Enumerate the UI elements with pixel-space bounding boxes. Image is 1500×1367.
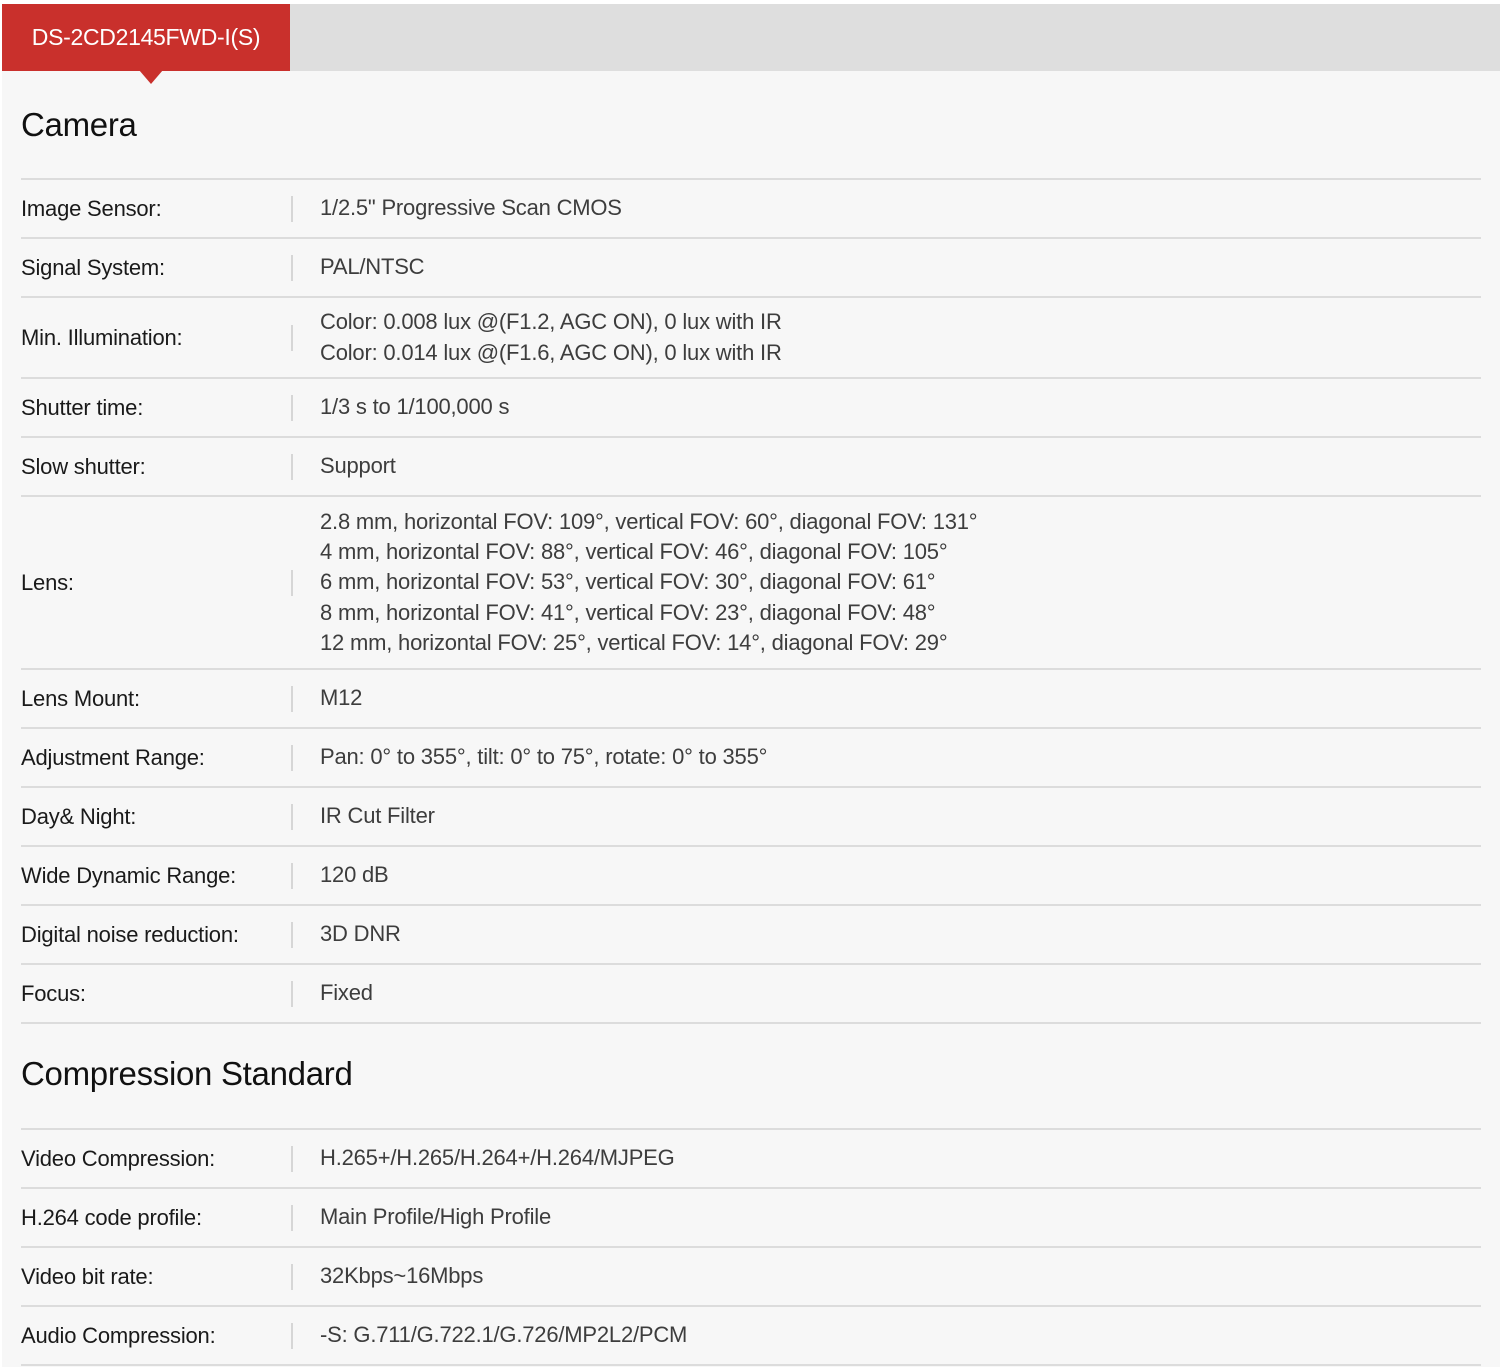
spec-label: Image Sensor: xyxy=(21,195,162,221)
spec-label: Shutter time: xyxy=(21,394,144,420)
spec-label: Lens Mount: xyxy=(21,685,140,711)
spec-label: Focus: xyxy=(21,980,86,1006)
spec-value: PAL/NTSC xyxy=(293,252,425,282)
spec-row: Video bit rate: 32Kbps~16Mbps xyxy=(21,1248,1481,1307)
spec-panel: DS-2CD2145FWD-I(S) Camera Image Sensor: 1… xyxy=(2,4,1500,1367)
spec-value: 3D DNR xyxy=(293,919,401,949)
spec-row: Slow shutter: Support xyxy=(21,438,1481,497)
spec-value-line: Color: 0.014 lux @(F1.6, AGC ON), 0 lux … xyxy=(320,339,782,365)
spec-label: H.264 code profile: xyxy=(21,1204,202,1230)
spec-value-line: Main Profile/High Profile xyxy=(320,1204,551,1230)
spec-value: Support xyxy=(293,451,396,481)
spec-value: 2.8 mm, horizontal FOV: 109°, vertical F… xyxy=(293,507,978,658)
spec-label: Lens: xyxy=(21,569,74,595)
tab-bar: DS-2CD2145FWD-I(S) xyxy=(2,4,1500,84)
spec-label: Wide Dynamic Range: xyxy=(21,862,237,888)
spec-label: Audio Compression: xyxy=(21,1322,216,1348)
spec-value-line: 3D DNR xyxy=(320,921,401,947)
spec-row: Signal System: PAL/NTSC xyxy=(21,239,1481,298)
spec-row: Min. Illumination: Color: 0.008 lux @(F1.… xyxy=(21,298,1481,379)
spec-value-line: Fixed xyxy=(320,980,373,1006)
spec-list-compression: Video Compression: H.265+/H.265/H.264+/H.… xyxy=(21,1128,1481,1366)
spec-value-line: Support xyxy=(320,453,396,479)
section-title-camera: Camera xyxy=(21,106,137,143)
spec-row: Lens Mount: M12 xyxy=(21,670,1481,729)
spec-label: Digital noise reduction: xyxy=(21,921,239,947)
spec-value-line: 2.8 mm, horizontal FOV: 109°, vertical F… xyxy=(320,508,978,534)
spec-value-line: M12 xyxy=(320,685,363,711)
spec-value: 1/2.5" Progressive Scan CMOS xyxy=(293,193,622,223)
spec-value-line: PAL/NTSC xyxy=(320,254,425,280)
spec-row: Video Compression: H.265+/H.265/H.264+/H.… xyxy=(21,1130,1481,1189)
spec-label: Signal System: xyxy=(21,254,165,280)
spec-value-line: Pan: 0° to 355°, tilt: 0° to 75°, rotate… xyxy=(320,744,768,770)
tab-model[interactable]: DS-2CD2145FWD-I(S) xyxy=(2,4,290,71)
spec-value: 32Kbps~16Mbps xyxy=(293,1261,483,1291)
spec-value: Color: 0.008 lux @(F1.2, AGC ON), 0 lux … xyxy=(293,307,782,368)
spec-value: H.265+/H.265/H.264+/H.264/MJPEG xyxy=(293,1143,675,1173)
spec-label: Video Compression: xyxy=(21,1145,216,1171)
spec-value-line: 12 mm, horizontal FOV: 25°, vertical FOV… xyxy=(320,629,948,655)
spec-row: Image Sensor: 1/2.5" Progressive Scan CMO… xyxy=(21,180,1481,239)
spec-value: 120 dB xyxy=(293,860,389,890)
spec-row: Audio Compression: -S: G.711/G.722.1/G.72… xyxy=(21,1307,1481,1366)
spec-value-line: 120 dB xyxy=(320,862,389,888)
spec-value-line: 32Kbps~16Mbps xyxy=(320,1263,484,1289)
spec-value-line: Color: 0.008 lux @(F1.2, AGC ON), 0 lux … xyxy=(320,309,782,335)
spec-value-line: 6 mm, horizontal FOV: 53°, vertical FOV:… xyxy=(320,569,936,595)
spec-value: Fixed xyxy=(293,978,373,1008)
spec-value: Pan: 0° to 355°, tilt: 0° to 75°, rotate… xyxy=(293,742,767,772)
active-tab-pointer-icon xyxy=(139,70,163,84)
spec-value-line: IR Cut Filter xyxy=(320,803,435,829)
spec-value: M12 xyxy=(293,683,362,713)
spec-row: Lens: 2.8 mm, horizontal FOV: 109°, verti… xyxy=(21,497,1481,670)
spec-label: Video bit rate: xyxy=(21,1263,154,1289)
spec-list-camera: Image Sensor: 1/2.5" Progressive Scan CMO… xyxy=(21,178,1481,1024)
spec-value: 1/3 s to 1/100,000 s xyxy=(293,392,509,422)
spec-value-line: H.265+/H.265/H.264+/H.264/MJPEG xyxy=(320,1145,675,1171)
spec-value: -S: G.711/G.722.1/G.726/MP2L2/PCM xyxy=(293,1320,687,1350)
spec-row: Day& Night: IR Cut Filter xyxy=(21,788,1481,847)
spec-label: Slow shutter: xyxy=(21,453,146,479)
spec-row: Wide Dynamic Range: 120 dB xyxy=(21,847,1481,906)
spec-value: Main Profile/High Profile xyxy=(293,1202,551,1232)
spec-row: Focus: Fixed xyxy=(21,965,1481,1024)
spec-row: Digital noise reduction: 3D DNR xyxy=(21,906,1481,965)
spec-row: Shutter time: 1/3 s to 1/100,000 s xyxy=(21,379,1481,438)
spec-value-line: 1/2.5" Progressive Scan CMOS xyxy=(320,195,622,221)
spec-value-line: 4 mm, horizontal FOV: 88°, vertical FOV:… xyxy=(320,539,948,565)
spec-value: IR Cut Filter xyxy=(293,801,435,831)
spec-label: Adjustment Range: xyxy=(21,744,205,770)
spec-value-line: 1/3 s to 1/100,000 s xyxy=(320,394,510,420)
section-title-compression: Compression Standard xyxy=(21,1055,353,1092)
spec-row: Adjustment Range: Pan: 0° to 355°, tilt: … xyxy=(21,729,1481,788)
spec-value-line: -S: G.711/G.722.1/G.726/MP2L2/PCM xyxy=(320,1322,688,1348)
spec-label: Min. Illumination: xyxy=(21,324,183,350)
spec-row: H.264 code profile: Main Profile/High Pro… xyxy=(21,1189,1481,1248)
spec-label: Day& Night: xyxy=(21,803,137,829)
spec-value-line: 8 mm, horizontal FOV: 41°, vertical FOV:… xyxy=(320,599,936,625)
